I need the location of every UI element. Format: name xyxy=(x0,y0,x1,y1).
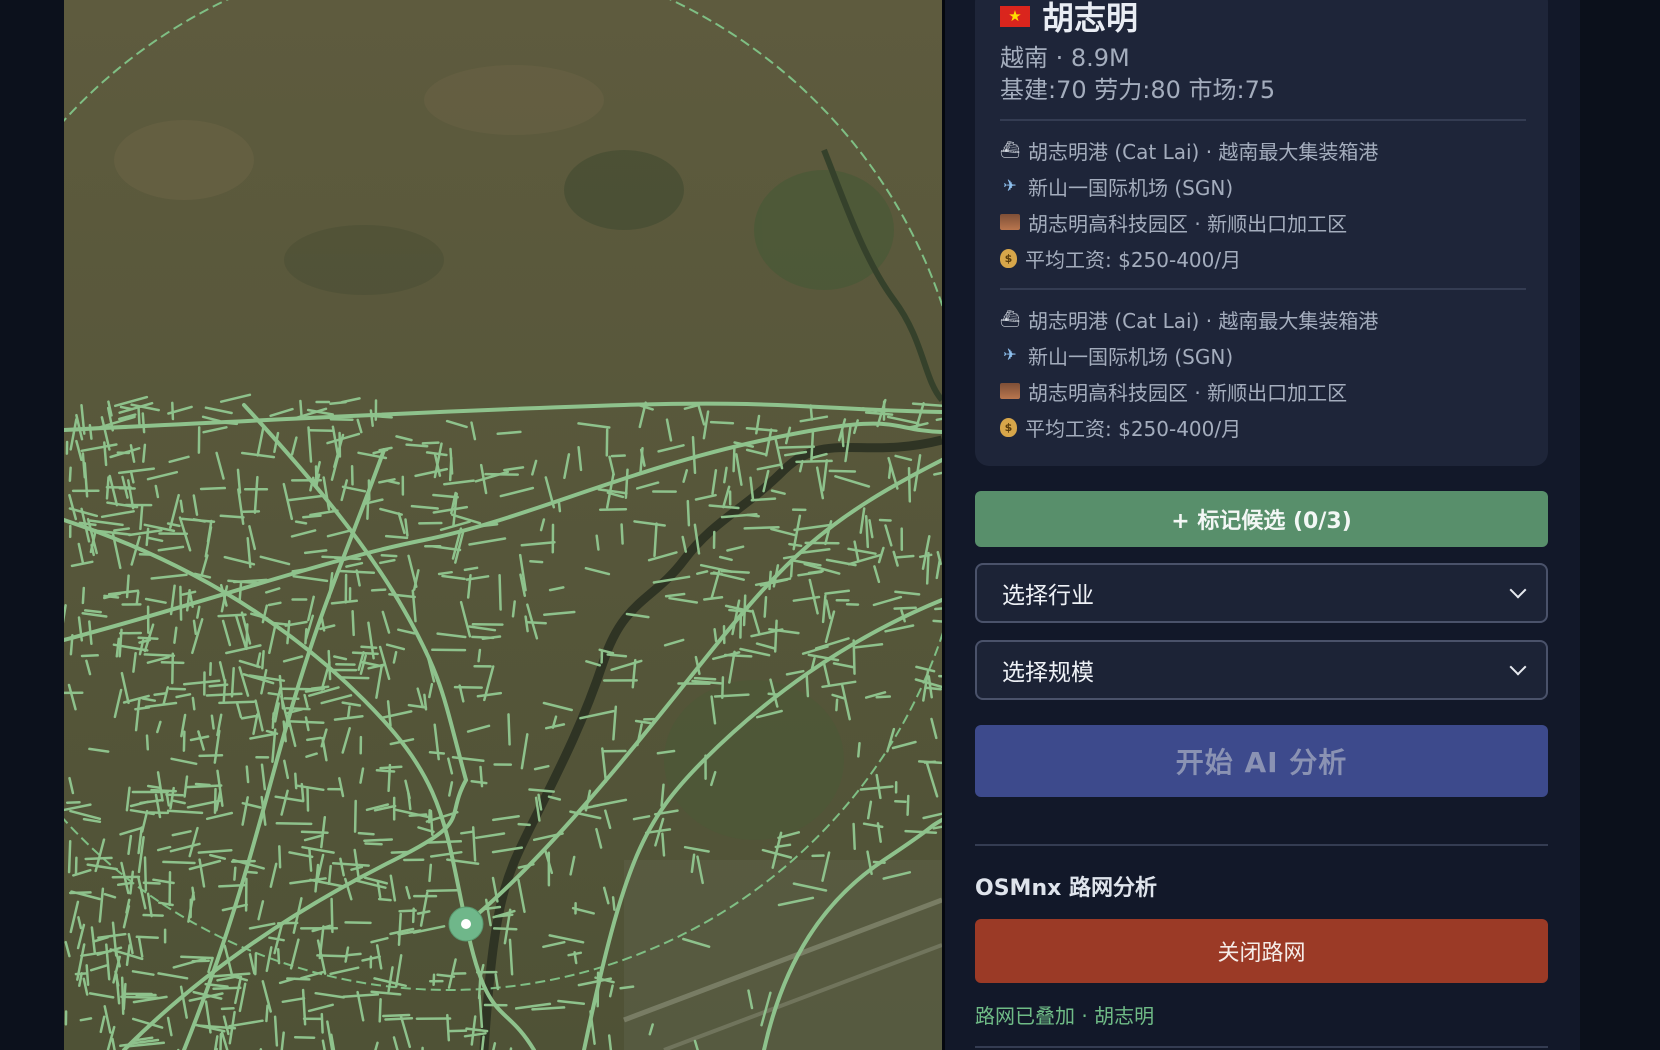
list-item: $ 平均工资: $250-400/月 xyxy=(1000,240,1378,276)
list-item: 胡志明港 (Cat Lai) · 越南最大集装箱港 xyxy=(1000,132,1378,168)
city-facts-list: 胡志明港 (Cat Lai) · 越南最大集装箱港 新山一国际机场 (SGN) … xyxy=(1000,132,1378,276)
fact-text: 胡志明港 (Cat Lai) · 越南最大集装箱港 xyxy=(1028,308,1379,333)
fact-text: 新山一国际机场 (SGN) xyxy=(1028,175,1234,200)
satellite-map[interactable] xyxy=(64,0,942,1050)
industry-select-value: 选择行业 xyxy=(1002,583,1094,609)
fact-text: 胡志明高科技园区 · 新顺出口加工区 xyxy=(1028,380,1348,405)
list-item: 新山一国际机场 (SGN) xyxy=(1000,337,1378,373)
divider xyxy=(1000,119,1526,121)
city-country-population: 越南 · 8.9M xyxy=(1000,44,1130,72)
chevron-down-icon xyxy=(1509,581,1527,599)
close-road-network-button[interactable]: 关闭路网 xyxy=(975,919,1548,983)
industry-select[interactable]: 选择行业 xyxy=(975,563,1548,623)
city-facts-list: 胡志明港 (Cat Lai) · 越南最大集装箱港 新山一国际机场 (SGN) … xyxy=(1000,301,1378,445)
money-bag-icon: $ xyxy=(1000,248,1017,268)
fact-text: 胡志明高科技园区 · 新顺出口加工区 xyxy=(1028,211,1348,236)
list-item: 胡志明港 (Cat Lai) · 越南最大集装箱港 xyxy=(1000,301,1378,337)
list-item: 新山一国际机场 (SGN) xyxy=(1000,168,1378,204)
city-marker-dot xyxy=(461,919,471,929)
map-canvas[interactable] xyxy=(64,0,942,1050)
airplane-icon xyxy=(1000,176,1020,196)
list-item: $ 平均工资: $250-400/月 xyxy=(1000,409,1378,445)
mark-candidate-button[interactable]: + 标记候选 (0/3) xyxy=(975,491,1548,547)
divider xyxy=(975,1046,1548,1048)
fact-text: 平均工资: $250-400/月 xyxy=(1025,247,1242,272)
factory-icon xyxy=(1000,214,1020,230)
osmnx-section-title: OSMnx 路网分析 xyxy=(975,876,1157,901)
list-item: 胡志明高科技园区 · 新顺出口加工区 xyxy=(1000,204,1378,240)
list-item: 胡志明高科技园区 · 新顺出口加工区 xyxy=(1000,373,1378,409)
page-background xyxy=(1580,0,1660,1050)
fact-text: 胡志明港 (Cat Lai) · 越南最大集装箱港 xyxy=(1028,139,1379,164)
scale-select-value: 选择规模 xyxy=(1002,660,1094,686)
money-bag-icon: $ xyxy=(1000,417,1017,437)
scale-select[interactable]: 选择规模 xyxy=(975,640,1548,700)
airplane-icon xyxy=(1000,345,1020,365)
start-ai-analysis-button[interactable]: 开始 AI 分析 xyxy=(975,725,1548,797)
fact-text: 平均工资: $250-400/月 xyxy=(1025,416,1242,441)
fact-text: 新山一国际机场 (SGN) xyxy=(1028,344,1234,369)
chevron-down-icon xyxy=(1509,658,1527,676)
road-network-status: 路网已叠加 · 胡志明 xyxy=(975,1004,1155,1028)
factory-icon xyxy=(1000,383,1020,399)
divider xyxy=(1000,288,1526,290)
ship-icon xyxy=(1000,140,1020,160)
city-name: 胡志明 xyxy=(1042,0,1139,37)
ship-icon xyxy=(1000,309,1020,329)
city-title-row: ★ 胡志明 xyxy=(1000,0,1138,39)
city-scores: 基建:70 劳力:80 市场:75 xyxy=(1000,76,1276,104)
vietnam-flag-icon: ★ xyxy=(1000,5,1030,27)
divider xyxy=(975,844,1548,846)
